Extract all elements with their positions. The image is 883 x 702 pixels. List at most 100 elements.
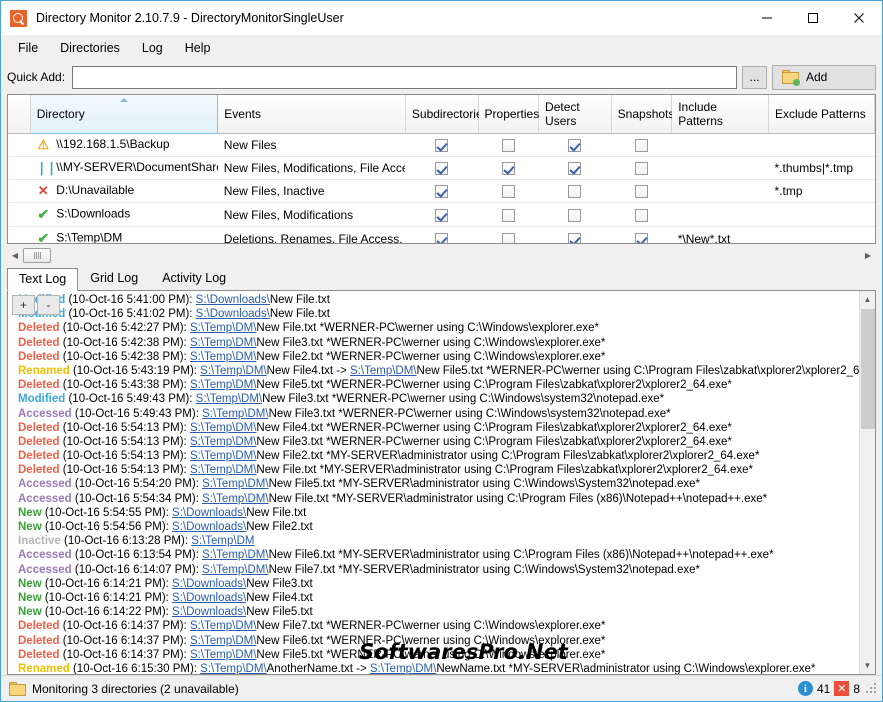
error-icon[interactable]: ✕ [834,681,850,696]
column-header-snapshots[interactable]: Snapshots [611,95,674,134]
row-properties-cell-checkbox[interactable] [501,232,515,243]
row-properties-cell-checkbox[interactable] [501,185,515,199]
row-snapshots-cell-checkbox[interactable] [634,139,648,153]
row-events-cell[interactable]: New Files, Modifications [217,202,406,227]
close-button[interactable] [836,1,882,35]
tab-text-log[interactable]: Text Log [7,268,79,291]
row-directory-cell[interactable]: ❘❘\\MY-SERVER\DocumentShare [30,156,218,180]
log-line[interactable]: Inactive (10-Oct-16 6:13:28 PM): S:\Temp… [10,534,859,548]
log-line[interactable]: Accessed (10-Oct-16 6:13:54 PM): S:\Temp… [10,548,859,562]
row-subdirectories-cell-checkbox[interactable] [435,162,449,176]
row-events-cell[interactable]: New Files, Inactive [217,179,406,203]
log-path-link[interactable]: S:\Downloads\ [172,592,246,604]
menu-item-log[interactable]: Log [131,37,174,59]
log-path-link[interactable]: S:\Temp\DM\ [200,365,266,377]
log-line[interactable]: Modified (10-Oct-16 5:49:43 PM): S:\Temp… [10,392,859,406]
row-properties-cell-checkbox[interactable] [501,208,515,222]
menu-item-help[interactable]: Help [174,37,222,59]
table-row[interactable]: ✔ S:\Downloads New Files, Modifications [8,202,875,227]
row-exclude-patterns-cell[interactable]: *.tmp [768,179,875,203]
row-exclude-patterns-cell[interactable] [768,133,875,157]
log-line[interactable]: Modified (10-Oct-16 5:41:02 PM): S:\Down… [10,307,859,321]
row-subdirectories-cell[interactable] [405,133,479,157]
resize-grip-icon[interactable] [866,682,878,695]
row-properties-cell-checkbox[interactable] [501,162,515,176]
row-directory-cell[interactable]: ✔ S:\Temp\DM [30,226,218,243]
column-header-detect-users[interactable]: Detect Users [538,95,612,134]
log-vertical-scrollbar[interactable]: ▲ ▼ [859,291,875,674]
row-include-patterns-cell[interactable] [671,202,769,227]
log-line[interactable]: New (10-Oct-16 6:14:21 PM): S:\Downloads… [10,577,859,591]
row-directory-cell[interactable]: ⚠ \\192.168.1.5\Backup [30,133,218,157]
log-line[interactable]: Deleted (10-Oct-16 5:42:38 PM): S:\Temp\… [10,350,859,364]
log-scroll-thumb[interactable] [860,309,875,429]
log-path-link[interactable]: S:\Temp\DM\ [202,549,268,561]
log-path-link[interactable]: S:\Temp\DM\ [202,478,268,490]
maximize-button[interactable] [790,1,836,35]
log-path-link[interactable]: S:\Temp\DM\ [190,450,256,462]
tab-activity-log[interactable]: Activity Log [150,267,238,290]
log-path-link[interactable]: S:\Temp\DM\ [190,464,256,476]
row-detect-users-cell-checkbox[interactable] [568,232,582,243]
add-button[interactable]: Add [772,64,876,90]
row-subdirectories-cell-checkbox[interactable] [435,185,449,199]
log-path-link[interactable]: S:\Temp\DM\ [190,436,256,448]
browse-button[interactable]: ... [742,65,767,89]
table-row[interactable]: ✔ S:\Temp\DM Deletions, Renames, File Acce… [8,226,875,243]
log-path-link[interactable]: S:\Temp\DM\ [202,493,268,505]
log-zoom-in-button[interactable]: + [12,295,35,315]
row-detect-users-cell[interactable] [538,133,612,157]
log-line[interactable]: Deleted (10-Oct-16 5:54:13 PM): S:\Temp\… [10,421,859,435]
row-detect-users-cell-checkbox[interactable] [568,208,582,222]
row-events-cell[interactable]: Deletions, Renames, File Access, In... [217,226,406,243]
row-properties-cell-checkbox[interactable] [501,139,515,153]
row-include-patterns-cell[interactable] [671,156,769,180]
row-snapshots-cell[interactable] [611,226,672,243]
row-snapshots-cell-checkbox[interactable] [634,185,648,199]
scroll-thumb[interactable] [23,248,51,263]
log-zoom-out-button[interactable]: - [37,295,60,315]
table-row[interactable]: ❘❘\\MY-SERVER\DocumentShare New Files, Mo… [8,156,875,180]
row-detect-users-cell[interactable] [538,202,612,227]
scroll-right-icon[interactable]: ▶ [860,248,876,264]
row-properties-cell[interactable] [478,202,539,227]
log-path-link-target[interactable]: S:\Temp\DM\ [350,365,416,377]
column-header-directory[interactable]: Directory [29,95,219,134]
row-directory-cell[interactable]: ✔ S:\Downloads [30,202,218,227]
log-line[interactable]: Deleted (10-Oct-16 6:14:37 PM): S:\Temp\… [10,619,859,633]
quick-add-input[interactable] [72,65,737,89]
log-line[interactable]: Deleted (10-Oct-16 5:42:27 PM): S:\Temp\… [10,321,859,335]
log-path-link[interactable]: S:\Temp\DM\ [202,408,268,420]
log-path-link[interactable]: S:\Downloads\ [196,308,270,320]
row-subdirectories-cell-checkbox[interactable] [435,139,449,153]
row-subdirectories-cell-checkbox[interactable] [435,208,449,222]
column-header-subdirectories[interactable]: Subdirectories [405,95,489,134]
directory-grid[interactable]: Directory Events Subdirectories Properti… [7,94,876,244]
row-detect-users-cell-checkbox[interactable] [568,162,582,176]
row-events-cell[interactable]: New Files, Modifications, File Access [217,156,406,180]
column-header-events[interactable]: Events [217,95,406,134]
log-path-link[interactable]: S:\Downloads\ [196,294,270,306]
row-exclude-patterns-cell[interactable]: *.thumbs|*.tmp [768,156,875,180]
scroll-down-icon[interactable]: ▼ [859,657,875,674]
table-row[interactable]: ⚠ \\192.168.1.5\Backup New Files [8,133,875,157]
row-subdirectories-cell[interactable] [405,202,479,227]
log-path-link[interactable]: S:\Temp\DM\ [190,351,256,363]
info-icon[interactable]: i [797,681,813,696]
menu-item-file[interactable]: File [7,37,49,59]
log-path-link[interactable]: S:\Temp\DM\ [190,422,256,434]
row-include-patterns-cell[interactable] [671,179,769,203]
row-detect-users-cell[interactable] [538,179,612,203]
row-snapshots-cell[interactable] [611,133,672,157]
log-line[interactable]: Accessed (10-Oct-16 5:54:34 PM): S:\Temp… [10,492,859,506]
log-line[interactable]: New (10-Oct-16 5:54:56 PM): S:\Downloads… [10,520,859,534]
menu-item-directories[interactable]: Directories [49,37,131,59]
row-detect-users-cell-checkbox[interactable] [568,139,582,153]
row-subdirectories-cell[interactable] [405,156,479,180]
log-line[interactable]: Deleted (10-Oct-16 5:54:13 PM): S:\Temp\… [10,463,859,477]
row-properties-cell[interactable] [478,179,539,203]
log-line[interactable]: Modified (10-Oct-16 5:41:00 PM): S:\Down… [10,293,859,307]
log-line[interactable]: New (10-Oct-16 6:14:22 PM): S:\Downloads… [10,605,859,619]
row-subdirectories-cell-checkbox[interactable] [435,232,449,243]
row-include-patterns-cell[interactable]: *\New*.txt [671,226,769,243]
